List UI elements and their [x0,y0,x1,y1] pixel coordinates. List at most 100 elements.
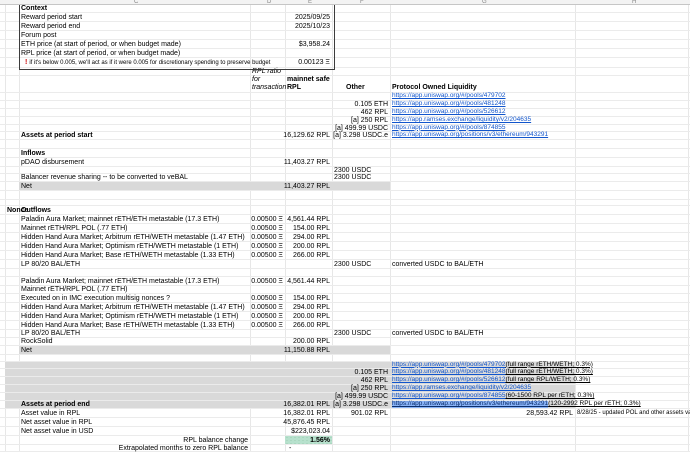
value-cell: 0.00500 Ξ [250,303,285,311]
sheet-row: Net asset value in USD $223,023.04 [0,427,690,436]
sheet-row: Executed on in IMC execution multisig no… [0,294,690,303]
pool-link-range-note: (full range RPL/WETH; 0.3%) [505,376,591,384]
sheet-row: Paladin Aura Market; mainnet rETH/ETH me… [0,277,690,286]
cell-text: Assets at period end [21,401,90,408]
sheet-row: ETH price (at start of period, or when b… [0,40,690,49]
cell-text: Hidden Hand Aura Market; Base rETH/WETH … [21,321,235,329]
column-letter[interactable]: E [308,0,312,4]
cell-text: [a] 250 RPL [351,117,388,124]
pool-link[interactable]: https://app.uniswap.org/positions/v3/eth… [392,401,549,408]
cell-text: 0.00500 Ξ [251,233,283,241]
sheet-row: ! if it's below 0.005, we'll act as if it… [0,58,690,68]
pool-link[interactable]: https://app.uniswap.org/#/pools/874855 [392,393,505,400]
value-cell: 901.02 RPL [332,409,390,417]
pool-link[interactable]: https://app.ramses.exchange/liquidity/v2… [392,117,531,124]
column-letter[interactable]: H [632,0,636,4]
sheet-row: 0.105 ETH https://app.uniswap.org/#/pools… [0,101,690,109]
section-label: Outflows [19,206,250,214]
cell-text: 11,403.27 RPL [283,182,330,190]
pool-link[interactable]: https://app.uniswap.org/#/pools/479702 [392,93,505,100]
value-cell: [a] 3.298 USDC.e [332,401,390,408]
sheet-row: Context [0,4,690,13]
pool-link[interactable]: https://app.uniswap.org/#/pools/481248 [392,101,505,108]
row-label: Mainnet rETH/RPL POL (.77 ETH) [19,224,250,232]
sheet-row: Inflows [0,149,690,158]
pool-link-range-note: (full range rETH/WETH; 0.3%) [505,368,593,376]
sheet-row: Extrapolated months to zero RPL balance - [0,445,690,452]
pool-link[interactable]: https://app.uniswap.org/#/pools/481248 [392,369,505,376]
row-label: LP 80/20 BAL/ETH [19,260,250,268]
row-label: ETH price (at start of period, or when b… [19,40,250,48]
cell-text: 0.105 ETH [354,369,388,376]
link-cell: https://app.ramses.exchange/liquidity/v2… [390,117,575,124]
value-cell: mainnet safe RPL [285,76,332,92]
cell-text: mainnet safe RPL [287,75,330,91]
cell-text: 1.56% [310,436,330,444]
cell-text: 154.00 RPL [293,294,330,302]
cell-text: 0.00500 Ξ [251,224,283,232]
sheet-row: Forum post [0,31,690,40]
section-label: Context [19,4,250,12]
value-cell: 294.00 RPL [285,303,332,311]
column-letter[interactable]: F [360,0,364,4]
sheet-row: Hidden Hand Aura Market; Arbitrum rETH/W… [0,303,690,312]
cell-text: 462 RPL [360,377,388,384]
link-cell: https://app.uniswap.org/#/pools/874855 (… [390,393,594,400]
column-letter[interactable]: D [267,0,271,4]
link-cell: https://app.uniswap.org/#/pools/526612 [390,109,575,116]
cell-text: [a] 3.298 USDC.e [333,132,388,139]
value-cell: 11,403.27 RPL [284,158,332,166]
cell-text: Mainnet rETH/RPL POL (.77 ETH) [21,224,128,232]
pool-link-range-note: (60-1500 RPL per rETH; 0.3%) [505,392,595,400]
cell-text: 0.00500 Ξ [251,242,283,250]
value-cell: 28,593.42 RPL [390,409,575,417]
cell-text: RPL price (at start of period, or when b… [21,49,181,57]
value-cell: $223,023.04 [285,427,332,435]
pool-link[interactable]: https://app.uniswap.org/#/pools/526612 [392,109,505,116]
cell-text: 0.00500 Ξ [251,321,283,329]
cell-text: 0.00123 Ξ [298,59,330,66]
row-label: RPL balance change [19,436,250,444]
sheet-row: Mainnet rETH/RPL POL (.77 ETH) 0.00500 Ξ 1… [0,224,690,233]
pool-link[interactable]: https://app.uniswap.org/positions/v3/eth… [392,132,548,139]
value-cell: 0.00123 Ξ [285,58,332,67]
row-label: Net asset value in RPL [19,418,250,426]
column-letter[interactable]: G [482,0,487,4]
row-label: Hidden Hand Aura Market; Arbitrum rETH/W… [19,233,250,241]
value-cell: 2300 USDC [332,167,390,174]
sheet-row: RPL balance change 1.56% [0,436,690,445]
cell-text: pDAO disbursement [21,158,85,166]
link-cell: https://app.uniswap.org/#/pools/479702 (… [390,361,593,368]
sheet-row [0,140,690,149]
value-cell: 45,876.45 RPL [283,418,332,426]
row-label: Hidden Hand Aura Market; Base rETH/WETH … [19,251,250,259]
pool-link[interactable]: https://app.uniswap.org/#/pools/526612 [392,377,505,384]
cell-text: LP 80/20 BAL/ETH [21,260,81,268]
value-cell: [a] 499.99 USDC [332,393,390,400]
sheet-row: Net 11,403.27 RPL [0,182,690,191]
column-letter[interactable]: C [134,0,138,4]
sheet-row: Assets at period end 16,382.01 RPL [a] 3.2… [0,401,690,409]
cell-text: Mainnet rETH/RPL POL (.77 ETH) [21,286,128,293]
cell-text: 200.00 RPL [293,338,330,345]
cell-text: 0.00500 Ξ [251,251,283,259]
pool-link[interactable]: https://app.ramses.exchange/liquidity/v2… [392,385,531,392]
value-cell: 462 RPL [332,109,390,116]
cell-text: Asset value in RPL [21,409,81,417]
value-cell: 0.00500 Ξ [250,242,285,250]
value-cell: $3,958.24 [285,40,332,48]
value-cell: 0.105 ETH [332,101,390,108]
cell-text: Hidden Hand Aura Market; Optimism rETH/W… [21,242,239,250]
cell-text: Paladin Aura Market; mainnet rETH/ETH me… [21,277,220,285]
value-cell: 2300 USDC [332,330,390,337]
section-label: Inflows [19,149,250,157]
sheet-row: Hidden Hand Aura Market; Optimism rETH/W… [0,242,690,251]
row-label: Paladin Aura Market; mainnet rETH/ETH me… [19,215,250,223]
cell-text: Net asset value in USD [21,427,94,435]
link-cell: https://app.uniswap.org/#/pools/481248 [390,101,575,108]
sheet-row: LP 80/20 BAL/ETH 2300 USDC converted USDC … [0,260,690,269]
sheet-row: Hidden Hand Aura Market; Base rETH/WETH … [0,251,690,260]
row-label: Net asset value in USD [19,427,250,435]
warning-icon: ! [25,59,28,66]
cell-text: Hidden Hand Aura Market; Arbitrum rETH/W… [21,303,245,311]
